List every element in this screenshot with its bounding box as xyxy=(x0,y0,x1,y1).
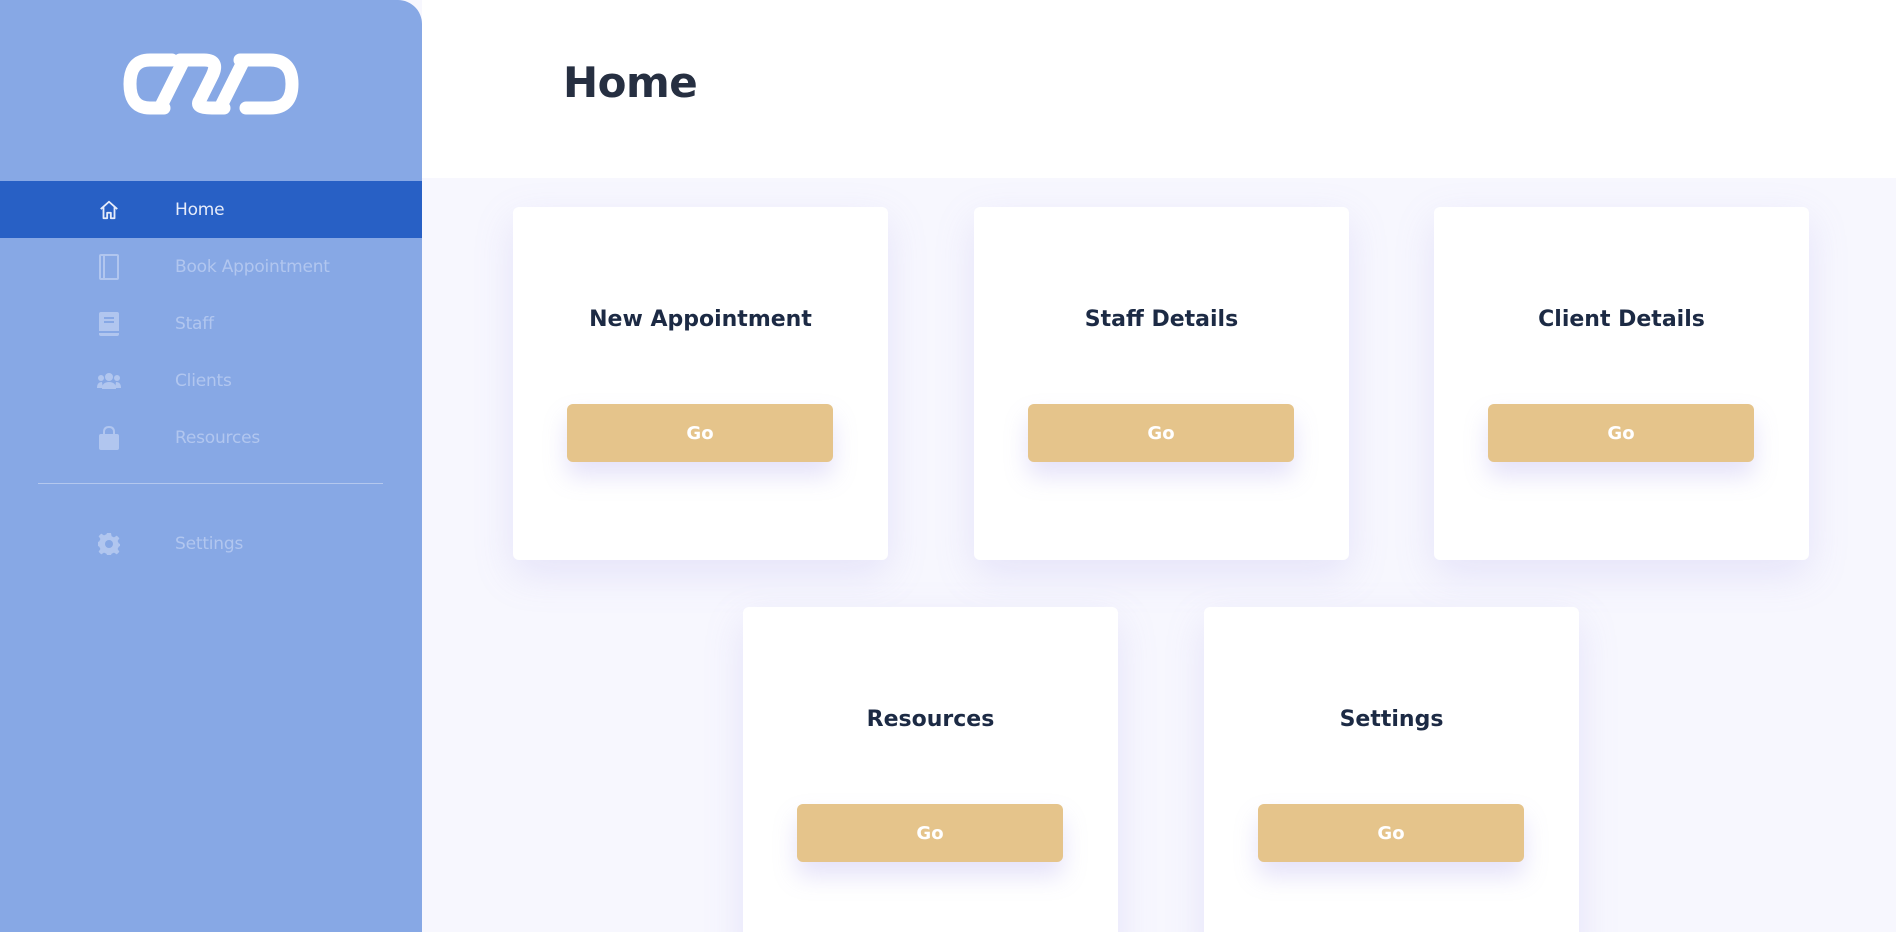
sidebar-item-settings[interactable]: Settings xyxy=(0,515,422,572)
go-button[interactable]: Go xyxy=(797,804,1063,862)
sidebar-item-home[interactable]: Home xyxy=(0,181,422,238)
top-bar: Home xyxy=(422,0,1896,178)
card-client-details: Client Details Go xyxy=(1434,207,1809,560)
sidebar-item-label: Clients xyxy=(175,370,232,391)
sidebar-item-resources[interactable]: Resources xyxy=(0,409,422,466)
card-settings: Settings Go xyxy=(1204,607,1579,932)
card-title: Settings xyxy=(1339,707,1444,732)
card-resources: Resources Go xyxy=(743,607,1118,932)
gear-icon xyxy=(97,532,121,556)
home-icon xyxy=(97,198,121,222)
sidebar-item-label: Book Appointment xyxy=(175,256,330,277)
card-title: Resources xyxy=(866,707,995,732)
staff-book-icon xyxy=(97,311,121,336)
sidebar-item-label: Staff xyxy=(175,313,214,334)
sidebar-nav: Home Book Appointment Staff Clients Reso… xyxy=(0,181,422,466)
logo-icon xyxy=(123,53,299,115)
sidebar-item-clients[interactable]: Clients xyxy=(0,352,422,409)
card-staff-details: Staff Details Go xyxy=(974,207,1349,560)
page-title: Home xyxy=(563,58,698,107)
card-title: Client Details xyxy=(1538,307,1705,332)
go-button[interactable]: Go xyxy=(1258,804,1524,862)
sidebar-item-staff[interactable]: Staff xyxy=(0,295,422,352)
card-title: Staff Details xyxy=(1084,307,1239,332)
sidebar: Home Book Appointment Staff Clients Reso… xyxy=(0,0,422,932)
sidebar-divider xyxy=(38,483,383,484)
card-new-appointment: New Appointment Go xyxy=(513,207,888,560)
sidebar-item-label: Resources xyxy=(175,427,261,448)
book-icon xyxy=(97,253,121,280)
card-title: New Appointment xyxy=(589,307,812,332)
sidebar-item-label: Settings xyxy=(175,533,244,554)
sidebar-item-label: Home xyxy=(175,199,225,220)
bag-icon xyxy=(97,425,121,450)
go-button[interactable]: Go xyxy=(1028,404,1294,462)
go-button[interactable]: Go xyxy=(1488,404,1754,462)
go-button[interactable]: Go xyxy=(567,404,833,462)
sidebar-item-book-appointment[interactable]: Book Appointment xyxy=(0,238,422,295)
users-icon xyxy=(97,369,121,393)
